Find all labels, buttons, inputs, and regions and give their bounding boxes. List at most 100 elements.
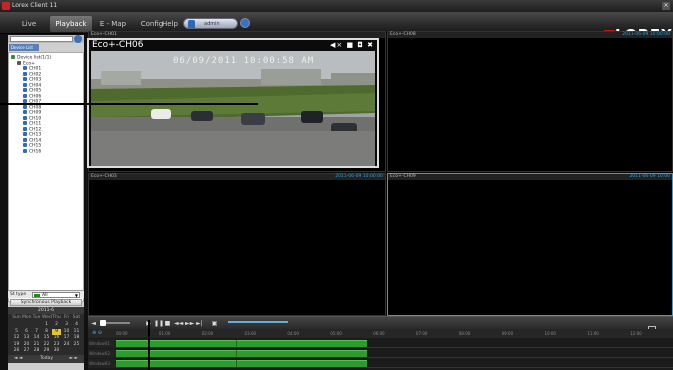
timeline-row[interactable]: Window02	[88, 349, 673, 358]
stop-icon[interactable]: ■	[164, 320, 171, 327]
volume-knob[interactable]	[100, 320, 106, 326]
timeline-tick: 07:00	[415, 331, 428, 336]
root-icon	[11, 55, 15, 59]
stream-type-select[interactable]: All ▼	[32, 292, 80, 298]
speed-slider[interactable]	[228, 321, 288, 323]
timeline-tick: 03:00	[244, 331, 257, 336]
calendar-day[interactable]: 8	[42, 329, 51, 335]
slow-icon[interactable]: ◄◄	[174, 320, 183, 327]
popup-toolbar[interactable]: ◀× ■ ◘ ✖	[330, 41, 374, 49]
calendar-day[interactable]: 30	[52, 348, 61, 354]
tree-node-channel[interactable]: CH16	[23, 148, 42, 154]
tile-timestamp: 2011-06-09 10:00:00	[335, 174, 383, 179]
recording-divider	[236, 340, 238, 347]
timeline-tick: 06:00	[373, 331, 385, 336]
calendar-weekday: Thu	[52, 315, 61, 320]
left-panel: Device List Device list(1/1) Eco+ CH01 CH02…	[8, 35, 84, 370]
video-tile-3[interactable]: Eco+-CH03 2011-06-09 10:00:00	[88, 173, 386, 316]
recording-bar[interactable]	[116, 340, 367, 347]
lorex-client-window: Lorex Client 11 × Live Playback E - Map …	[0, 0, 673, 370]
video-tile-4[interactable]: Eco+-CH09 2011-06-09 10:00	[387, 173, 673, 316]
calendar-day[interactable]: 2	[52, 322, 61, 328]
volume-slider[interactable]	[100, 320, 130, 326]
camera-icon	[23, 121, 27, 125]
calendar-day[interactable]: 22	[42, 342, 51, 348]
app-icon	[2, 2, 10, 10]
popup-title: Eco+-CH06	[92, 40, 144, 50]
device-search-input[interactable]	[10, 36, 73, 42]
tile-header: Eco+-CH03 2011-06-09 10:00:00	[89, 174, 385, 180]
callout-line	[0, 103, 258, 105]
recording-bar[interactable]	[116, 350, 367, 357]
synchronous-playback-button[interactable]: Synchronous Playback	[10, 299, 82, 306]
recording-divider	[236, 360, 238, 367]
tab-emap[interactable]: E - Map	[94, 16, 132, 32]
prev-month-button[interactable]: ◄ ◄	[14, 355, 22, 363]
calendar-day[interactable]: 21	[32, 342, 41, 348]
calendar-day[interactable]: 9	[52, 328, 61, 335]
recording-bar[interactable]	[116, 360, 367, 367]
today-button[interactable]: Today	[40, 355, 53, 363]
dvr-icon	[17, 61, 21, 65]
tile-header: Eco+-CH08 2011-06-09 10:00:00	[388, 32, 672, 38]
tab-help[interactable]: Help	[160, 16, 180, 32]
tab-live[interactable]: Live	[10, 16, 48, 32]
calendar-day[interactable]: 15	[42, 335, 51, 341]
user-selector[interactable]: admin	[183, 18, 238, 29]
search-icon[interactable]	[74, 35, 82, 43]
calendar-day[interactable]: 26	[12, 348, 21, 354]
calendar-day[interactable]: 19	[12, 342, 21, 348]
timeline-tick: 00:00	[116, 331, 128, 336]
window-title: Lorex Client 11	[12, 2, 58, 9]
calendar-day[interactable]: 12	[12, 335, 21, 341]
calendar-day[interactable]: 16	[52, 335, 61, 341]
pause-icon[interactable]: ❚❚	[154, 320, 164, 327]
stream-type-value: All	[42, 293, 48, 298]
calendar-day[interactable]: 6	[22, 329, 31, 335]
close-window-button[interactable]: ×	[662, 2, 670, 10]
calendar-day[interactable]: 23	[52, 342, 61, 348]
video-tile-2[interactable]: Eco+-CH08 2011-06-09 10:00:00	[387, 31, 673, 172]
calendar-day[interactable]: 7	[32, 329, 41, 335]
calendar-day[interactable]: 13	[22, 335, 31, 341]
calendar-day[interactable]: 24	[62, 342, 71, 348]
frame-step-icon[interactable]: ►|	[196, 320, 203, 327]
calendar-day[interactable]: 17	[62, 335, 71, 341]
calendar-weekday: Tue	[32, 315, 41, 320]
tab-playback[interactable]: Playback	[50, 16, 92, 32]
device-list-tab[interactable]: Device List	[9, 44, 39, 51]
calendar-weekday: Sun	[12, 315, 21, 320]
calendar-day[interactable]: 25	[72, 342, 81, 348]
calendar-day[interactable]: 11	[72, 329, 81, 335]
user-name: admin	[204, 21, 220, 27]
calendar-day[interactable]: 3	[62, 322, 71, 328]
camera-icon	[23, 82, 27, 87]
timeline-tick: 04:00	[287, 331, 299, 336]
calendar-day[interactable]: 29	[42, 348, 51, 354]
calendar-day[interactable]: 1	[42, 322, 51, 328]
volume-icon[interactable]: ◄	[90, 320, 97, 327]
channel-label: CH16	[29, 149, 42, 154]
timeline-row[interactable]: Window03	[88, 359, 673, 368]
timeline-row-label: Window02	[88, 349, 116, 358]
timeline: ⊕ ⊖ 00:00 01:00 02:00 03:00 04:00 05:00 06:00 0…	[88, 329, 673, 370]
tree-node-root[interactable]: Device list(1/1)	[11, 55, 51, 61]
lock-icon[interactable]	[240, 18, 250, 28]
timeline-ruler[interactable]: ⊕ ⊖ 00:00 01:00 02:00 03:00 04:00 05:00 06:00 0…	[88, 329, 673, 338]
calendar-day[interactable]: 4	[72, 322, 81, 328]
zoom-icons[interactable]: ⊕ ⊖	[92, 330, 102, 336]
calendar-day[interactable]: 20	[22, 342, 31, 348]
calendar-day[interactable]: 18	[72, 335, 81, 341]
timeline-row[interactable]: Window01	[88, 339, 673, 348]
stream-type-swatch	[34, 294, 40, 297]
calendar-day[interactable]: 5	[12, 329, 21, 335]
tile-timestamp: 2011-06-09 10:00	[629, 174, 670, 179]
snapshot-icon[interactable]: ▣	[211, 320, 218, 327]
calendar-day[interactable]: 14	[32, 335, 41, 341]
calendar-day[interactable]: 27	[22, 348, 31, 354]
calendar-day[interactable]: 10	[62, 329, 71, 335]
timeline-row-label: Window01	[88, 339, 116, 348]
next-month-button[interactable]: ► ►	[70, 355, 78, 363]
calendar-day[interactable]: 28	[32, 348, 41, 354]
fast-icon[interactable]: ►►	[185, 320, 194, 327]
